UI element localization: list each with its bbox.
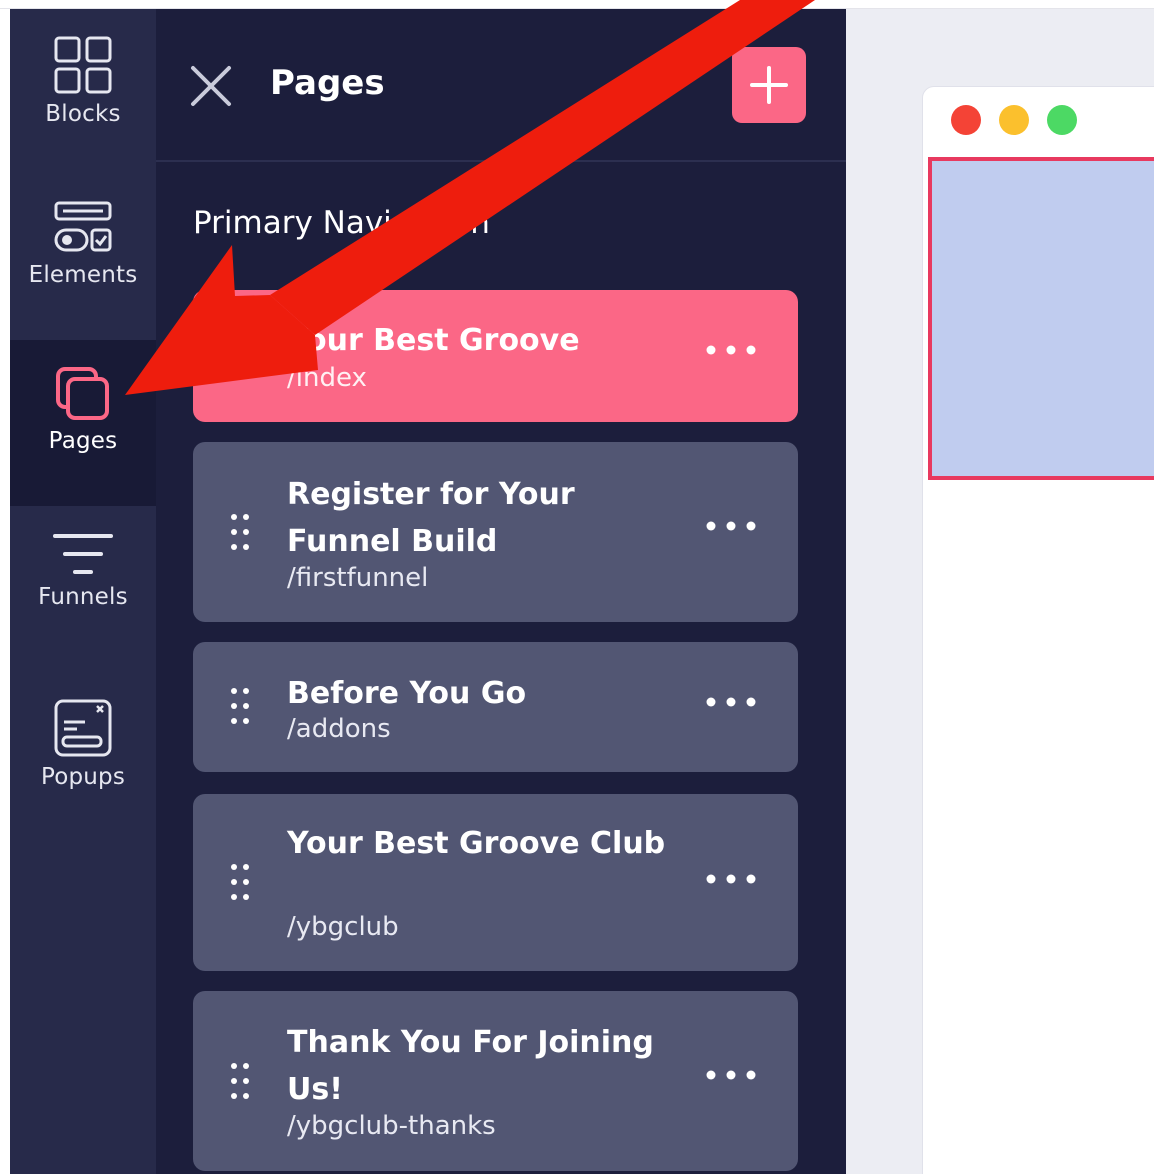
rail-item-label: Blocks [45, 101, 121, 127]
page-card[interactable]: Register for Your Funnel Build /firstfun… [193, 442, 798, 622]
more-options-icon[interactable] [703, 514, 759, 538]
more-options-icon[interactable] [703, 1063, 759, 1087]
add-page-button[interactable] [732, 47, 806, 123]
window-minimize-dot [999, 105, 1029, 135]
page-slug: /ybgclub-thanks [287, 1111, 496, 1141]
more-options-icon[interactable] [703, 867, 759, 891]
rail-item-blocks[interactable]: Blocks [10, 9, 156, 174]
page-card[interactable]: Before You Go /addons [193, 642, 798, 772]
drag-handle-icon[interactable] [229, 1061, 251, 1101]
pages-panel: Pages Primary Navigation Your Best Groov… [156, 9, 846, 1174]
page-slug: /addons [287, 714, 391, 744]
window-close-dot [951, 105, 981, 135]
panel-header: Pages [156, 9, 846, 162]
rail-item-pages[interactable]: Pages [10, 340, 156, 506]
rail-item-popups[interactable]: Popups [10, 672, 156, 838]
page-slug: /firstfunnel [287, 563, 429, 593]
close-panel-button[interactable] [188, 63, 234, 109]
blocks-icon [54, 36, 112, 94]
page-preview-window[interactable] [922, 86, 1154, 1174]
page-slug: /ybgclub [287, 912, 399, 942]
page-title: Your Best Groove Club [287, 826, 666, 861]
rail-item-label: Funnels [38, 584, 128, 610]
page-title: Register for Your Funnel Build [287, 477, 575, 559]
drag-handle-icon[interactable] [229, 862, 251, 902]
page-card[interactable]: Your Best Groove Club /ybgclub [193, 794, 798, 971]
left-edge [0, 9, 10, 1174]
section-title: Primary Navigation [193, 205, 490, 241]
rail-item-elements[interactable]: Elements [10, 174, 156, 340]
page-title: Thank You For Joining Us! [287, 1025, 654, 1107]
app-root: Blocks Elements Pages Funnels Popups Pag… [0, 0, 1154, 1174]
elements-icon [54, 201, 112, 252]
funnels-icon [53, 534, 113, 574]
page-title: Your Best Groove [287, 323, 580, 358]
page-title: Before You Go [287, 676, 527, 711]
page-card[interactable]: Thank You For Joining Us! /ybgclub-thank… [193, 991, 798, 1171]
drag-handle-icon[interactable] [229, 512, 251, 552]
page-card[interactable]: Your Best Groove /index [193, 290, 798, 422]
drag-handle-icon[interactable] [229, 686, 251, 726]
close-icon [191, 66, 231, 106]
rail-item-label: Pages [48, 428, 118, 454]
rail-item-label: Popups [40, 764, 126, 790]
more-options-icon[interactable] [703, 690, 759, 714]
page-slug: /index [287, 363, 367, 393]
icon-rail: Blocks Elements Pages Funnels Popups [10, 9, 156, 1174]
top-strip [0, 0, 1154, 9]
rail-item-label: Elements [28, 262, 138, 288]
rail-item-funnels[interactable]: Funnels [10, 506, 156, 672]
panel-title: Pages [270, 63, 385, 103]
window-maximize-dot [1047, 105, 1077, 135]
popups-icon [54, 699, 112, 757]
pages-icon [56, 367, 109, 420]
plus-icon [750, 66, 788, 104]
selected-block[interactable] [928, 157, 1154, 480]
more-options-icon[interactable] [703, 338, 759, 362]
